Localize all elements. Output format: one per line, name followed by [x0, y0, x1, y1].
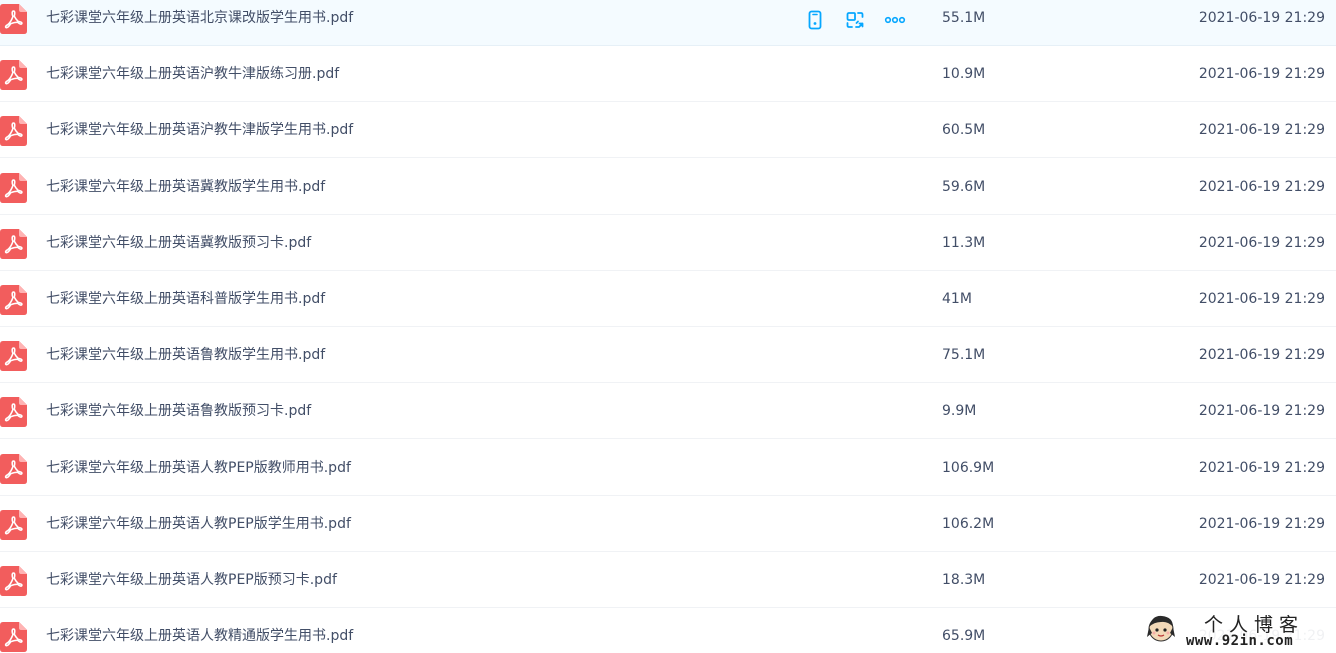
pdf-file-icon	[0, 116, 27, 147]
pdf-file-icon	[0, 172, 27, 203]
file-list: 七彩课堂六年级上册英语北京课改版学生用书.pdf 55.1M 2021-06-19 …	[0, 0, 1336, 653]
file-name[interactable]: 七彩课堂六年级上册英语沪教牛津版练习册.pdf	[46, 65, 339, 83]
pdf-file-icon	[0, 4, 27, 34]
share-link-icon[interactable]	[844, 9, 866, 31]
file-row[interactable]: 七彩课堂六年级上册英语冀教版预习卡.pdf 11.3M 2021-06-19 21:…	[0, 215, 1336, 271]
file-modified-date: 2021-06-19 21:29	[1198, 403, 1325, 420]
file-name[interactable]: 七彩课堂六年级上册英语鲁教版学生用书.pdf	[46, 346, 325, 364]
file-modified-date: 2021-06-19 21:29	[1198, 291, 1325, 307]
file-name[interactable]: 七彩课堂六年级上册英语冀教版预习卡.pdf	[46, 234, 311, 252]
file-name[interactable]: 七彩课堂六年级上册英语北京课改版学生用书.pdf	[46, 9, 353, 27]
file-row[interactable]: 七彩课堂六年级上册英语人教精通版学生用书.pdf65.9M2021-06-19 …	[0, 608, 1336, 653]
file-size: 18.3M	[942, 572, 986, 588]
watermark-avatar-icon	[1146, 613, 1176, 643]
file-modified-date: 2021-06-19 21:29	[1198, 234, 1325, 251]
file-row[interactable]: 七彩课堂六年级上册英语鲁教版学生用书.pdf 75.1M 2021-06-19 21…	[0, 327, 1336, 384]
file-name[interactable]: 七彩课堂六年级上册英语人教PEP版学生用书.pdf	[46, 515, 351, 533]
pdf-file-icon	[0, 509, 27, 540]
file-modified-date: 2021-06-19 21:29	[1198, 10, 1325, 26]
file-name[interactable]: 七彩课堂六年级上册英语科普版学生用书.pdf	[46, 290, 325, 308]
file-modified-date: 2021-06-19 21:29	[1198, 459, 1325, 476]
file-row[interactable]: 七彩课堂六年级上册英语沪教牛津版学生用书.pdf 60.5M 2021-06-19 …	[0, 102, 1336, 159]
file-name[interactable]: 七彩课堂六年级上册英语人教PEP版预习卡.pdf	[46, 571, 337, 589]
file-name[interactable]: 七彩课堂六年级上册英语沪教牛津版学生用书.pdf	[46, 121, 353, 139]
watermark: 个人博客 www.92in.com	[1142, 608, 1336, 653]
pdf-file-icon	[0, 397, 27, 428]
file-size: 10.9M	[942, 66, 986, 83]
pdf-file-icon	[0, 566, 27, 596]
file-size: 65.9M	[942, 628, 986, 645]
file-size: 60.5M	[942, 122, 986, 139]
file-modified-date: 2021-06-19 21:29	[1198, 122, 1325, 139]
file-size: 106.2M	[942, 515, 995, 532]
file-size: 59.6M	[942, 178, 986, 195]
file-name[interactable]: 七彩课堂六年级上册英语人教PEP版教师用书.pdf	[46, 459, 351, 477]
pdf-file-icon	[0, 60, 27, 91]
file-size: 106.9M	[942, 459, 995, 476]
pdf-file-icon	[0, 622, 27, 653]
pdf-file-icon	[0, 453, 27, 484]
file-row[interactable]: 七彩课堂六年级上册英语人教PEP版教师用书.pdf 106.9M 2021-06-1…	[0, 440, 1336, 496]
more-icon[interactable]	[884, 9, 906, 31]
file-row[interactable]: 七彩课堂六年级上册英语人教PEP版预习卡.pdf 18.3M 2021-06-19 …	[0, 552, 1336, 608]
file-modified-date: 2021-06-19 21:29	[1198, 66, 1325, 83]
file-name[interactable]: 七彩课堂六年级上册英语人教精通版学生用书.pdf	[46, 627, 353, 645]
file-row[interactable]: 七彩课堂六年级上册英语北京课改版学生用书.pdf 55.1M 2021-06-19 …	[0, 0, 1336, 46]
file-size: 55.1M	[942, 10, 986, 26]
file-row[interactable]: 七彩课堂六年级上册英语鲁教版预习卡.pdf 9.9M 2021-06-19 21:2…	[0, 383, 1336, 440]
file-size: 9.9M	[942, 403, 977, 420]
file-modified-date: 2021-06-19 21:29	[1198, 178, 1325, 195]
pdf-file-icon	[0, 285, 27, 315]
watermark-url: www.92in.com	[1186, 633, 1294, 649]
file-row[interactable]: 七彩课堂六年级上册英语沪教牛津版练习册.pdf 10.9M 2021-06-19 2…	[0, 46, 1336, 103]
file-row[interactable]: 七彩课堂六年级上册英语科普版学生用书.pdf 41M 2021-06-19 21:2…	[0, 271, 1336, 327]
file-modified-date: 2021-06-19 21:29	[1198, 572, 1325, 588]
pdf-file-icon	[0, 228, 27, 259]
file-modified-date: 2021-06-19 21:29	[1198, 347, 1325, 364]
file-name[interactable]: 七彩课堂六年级上册英语鲁教版预习卡.pdf	[46, 402, 311, 420]
pdf-file-icon	[0, 341, 27, 372]
file-size: 75.1M	[942, 347, 986, 364]
file-row[interactable]: 七彩课堂六年级上册英语冀教版学生用书.pdf 59.6M 2021-06-19 21…	[0, 159, 1336, 215]
file-size: 41M	[942, 291, 972, 307]
mobile-icon[interactable]	[804, 9, 826, 31]
file-modified-date: 2021-06-19 21:29	[1198, 515, 1325, 532]
file-row[interactable]: 七彩课堂六年级上册英语人教PEP版学生用书.pdf 106.2M 2021-06-1…	[0, 496, 1336, 552]
file-name[interactable]: 七彩课堂六年级上册英语冀教版学生用书.pdf	[46, 178, 325, 196]
file-size: 11.3M	[942, 234, 986, 251]
